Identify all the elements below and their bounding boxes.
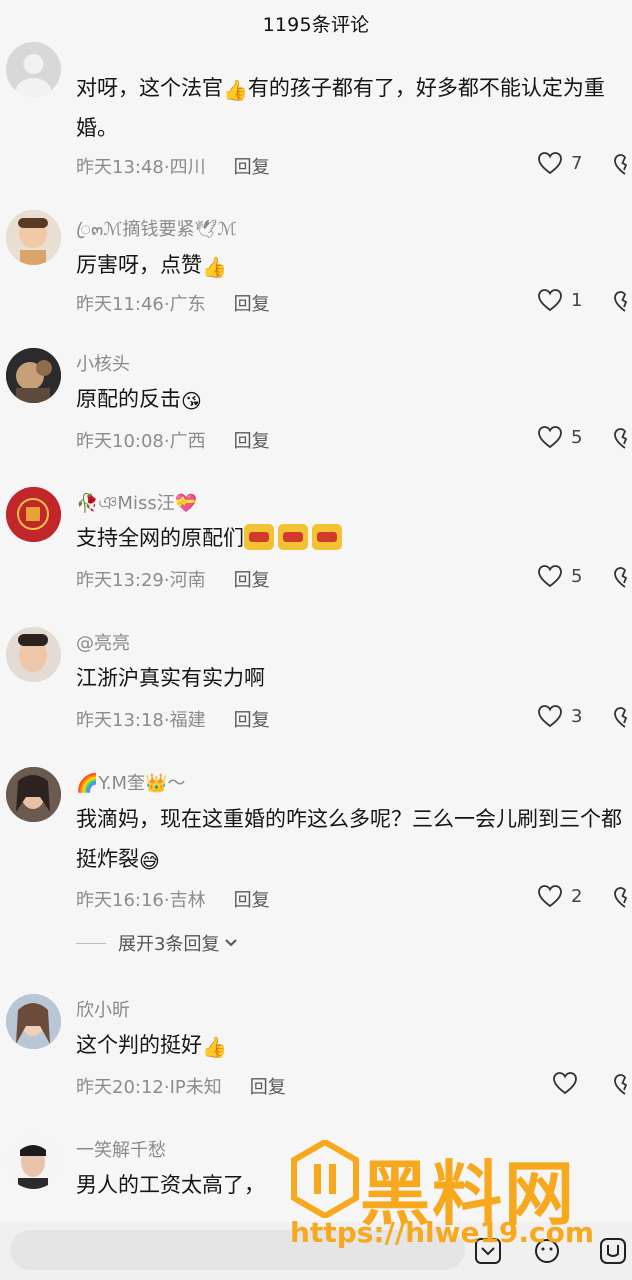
comments-header: 1195条评论 — [0, 0, 632, 46]
comment-time-location: 昨天16:16·吉林 — [76, 890, 206, 911]
avatar[interactable] — [6, 487, 61, 542]
comment-text: 对呀，这个法官👍有的孩子都有了，好多都不能认定为重婚。 — [76, 76, 605, 140]
comment-time-location: 昨天13:48·四川 — [76, 157, 206, 178]
like-button[interactable]: 2 — [537, 884, 582, 908]
avatar[interactable] — [6, 348, 61, 403]
comment-meta: 昨天13:18·福建 回复 — [76, 706, 270, 732]
reply-button[interactable]: 回复 — [234, 570, 270, 591]
comment-text: 我滴妈，现在这重婚的咋这么多呢？三么一会儿刷到三个都挺炸裂😅 — [76, 807, 622, 873]
comment-text: 支持全网的原配们 — [76, 518, 632, 558]
like-button[interactable]: 7 — [537, 151, 582, 175]
like-count: 5 — [571, 565, 583, 587]
avatar[interactable] — [6, 210, 61, 265]
comment-text: 这个判的挺好👍 — [76, 1033, 227, 1059]
reply-button[interactable]: 回复 — [234, 294, 270, 315]
comment-text: 厉害呀，点赞👍 — [76, 253, 227, 279]
like-count: 5 — [571, 426, 583, 448]
avatar[interactable] — [6, 767, 61, 822]
kissing-face-icon: 😘 — [181, 389, 202, 413]
reply-button[interactable]: 回复 — [234, 710, 270, 731]
heart-icon — [553, 1072, 577, 1095]
comment-text: 原配的反击😘 — [76, 387, 202, 413]
heart-icon — [538, 885, 562, 908]
chevron-down-icon — [225, 939, 238, 947]
comment-text: 江浙沪真实有实力啊 — [76, 666, 265, 690]
username[interactable]: 小核头 — [76, 350, 130, 376]
username[interactable]: 欣小昕 — [76, 996, 130, 1022]
dislike-heart-icon[interactable] — [614, 427, 632, 451]
avatar[interactable] — [6, 627, 61, 682]
like-button[interactable] — [552, 1071, 578, 1095]
like-count: 2 — [571, 885, 583, 907]
expand-replies-button[interactable]: 展开3条回复 — [76, 930, 239, 956]
avatar[interactable] — [6, 1134, 61, 1189]
watermark-url: https://hlwe19.com — [290, 1216, 595, 1249]
reply-button[interactable]: 回复 — [250, 1077, 286, 1098]
watermark-logo-icon — [291, 1140, 359, 1218]
comment-time-location: 昨天13:18·福建 — [76, 710, 206, 731]
avatar[interactable] — [6, 994, 61, 1049]
reply-button[interactable]: 回复 — [234, 157, 270, 178]
thumbs-up-icon: 👍 — [202, 255, 227, 279]
red-envelope-icon — [312, 524, 342, 550]
like-count: 1 — [571, 289, 583, 311]
expand-replies-label: 展开3条回复 — [118, 934, 220, 955]
red-envelope-icon — [244, 524, 274, 550]
comment-meta: 昨天10:08·广西 回复 — [76, 427, 270, 453]
reply-button[interactable]: 回复 — [234, 431, 270, 452]
red-envelope-icon — [278, 524, 308, 550]
comment-count-title: 1195条评论 — [262, 13, 370, 36]
like-button[interactable]: 3 — [537, 704, 582, 728]
thumbs-up-icon: 👍 — [202, 1035, 227, 1059]
username[interactable]: 🌈Y.M奎👑～ — [76, 769, 185, 795]
comment-time-location: 昨天11:46·广东 — [76, 294, 206, 315]
avatar[interactable] — [6, 42, 61, 97]
like-count: 7 — [571, 152, 583, 174]
heart-icon — [538, 152, 562, 175]
username[interactable]: 一笑解千愁 — [76, 1136, 166, 1162]
reply-button[interactable]: 回复 — [234, 890, 270, 911]
comment-time-location: 昨天10:08·广西 — [76, 431, 206, 452]
heart-icon — [538, 565, 562, 588]
comment-meta: 昨天20:12·IP未知 回复 — [76, 1073, 286, 1099]
dislike-heart-icon[interactable] — [614, 886, 632, 910]
comment-meta: 昨天13:48·四川 回复 — [76, 153, 270, 179]
heart-icon — [538, 426, 562, 449]
dislike-heart-icon[interactable] — [614, 290, 632, 314]
like-button[interactable]: 1 — [537, 288, 582, 312]
comment-meta: 昨天11:46·广东 回复 — [76, 290, 270, 316]
dislike-heart-icon[interactable] — [614, 153, 632, 177]
like-button[interactable]: 5 — [537, 425, 582, 449]
expand-divider — [76, 942, 106, 944]
dislike-heart-icon[interactable] — [614, 706, 632, 730]
watermark: 黑料网 https://hlwe19.com — [290, 1140, 630, 1260]
heart-icon — [538, 289, 562, 312]
sweat-smile-icon: 😅 — [139, 849, 160, 873]
comment-meta: 昨天16:16·吉林 回复 — [76, 886, 270, 912]
like-count: 3 — [571, 705, 583, 727]
dislike-heart-icon[interactable] — [614, 1073, 632, 1097]
comment-time-location: 昨天13:29·河南 — [76, 570, 206, 591]
like-button[interactable]: 5 — [537, 564, 582, 588]
username[interactable]: 🥀ঞMiss汪💝 — [76, 489, 197, 520]
comment-time-location: 昨天20:12·IP未知 — [76, 1077, 222, 1098]
thumbs-up-icon: 👍 — [223, 78, 248, 102]
comment-meta: 昨天13:29·河南 回复 — [76, 566, 270, 592]
username[interactable]: @亮亮 — [76, 629, 130, 655]
dislike-heart-icon[interactable] — [614, 566, 632, 590]
heart-icon — [538, 705, 562, 728]
